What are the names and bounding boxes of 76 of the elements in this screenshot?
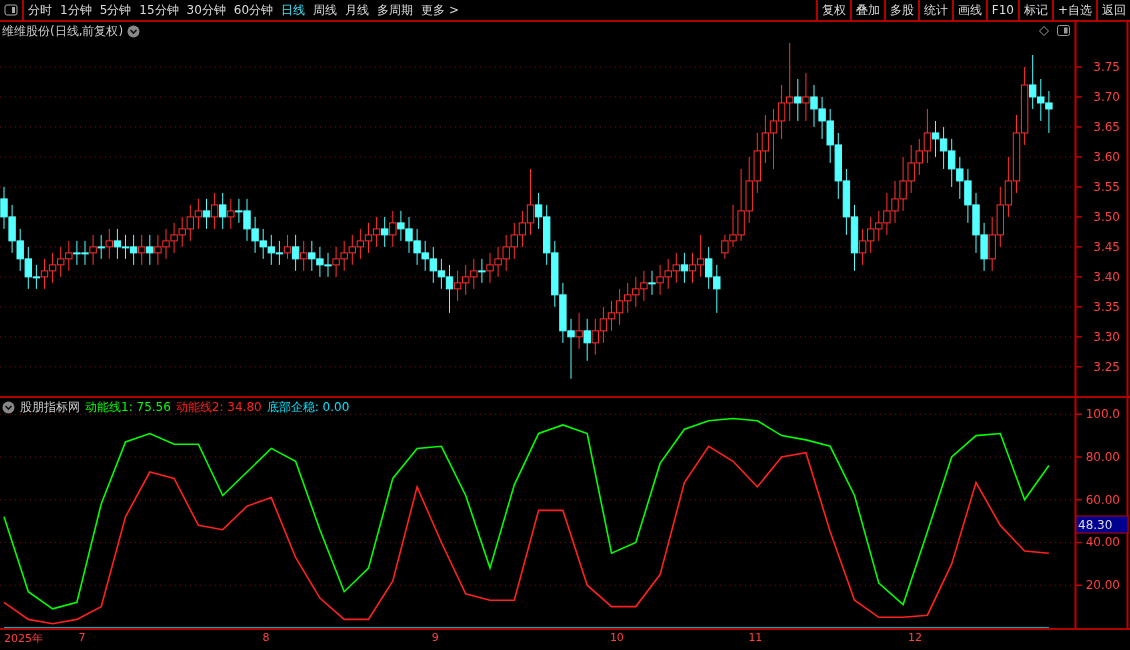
price-axis-label: 3.55 bbox=[1093, 179, 1120, 194]
price-axis-label: 3.50 bbox=[1093, 209, 1120, 224]
legend-value: 动能线1: 75.56 bbox=[85, 399, 171, 416]
candle bbox=[202, 198, 211, 230]
panel-toggle-icon[interactable] bbox=[1057, 25, 1070, 36]
price-axis-label: 3.60 bbox=[1093, 149, 1120, 164]
candle bbox=[40, 258, 49, 290]
date-axis-label: 12 bbox=[907, 631, 922, 644]
price-axis-label: 3.40 bbox=[1093, 269, 1120, 284]
period-tab[interactable]: 5分钟 bbox=[95, 0, 136, 20]
price-axis-label: 3.65 bbox=[1093, 119, 1120, 134]
toolbar-button[interactable]: 返回 bbox=[1096, 0, 1130, 20]
period-tab[interactable]: 分时 bbox=[24, 0, 56, 20]
date-axis-label: 9 bbox=[431, 631, 439, 644]
period-tab[interactable]: 多周期 bbox=[373, 0, 418, 20]
candle bbox=[210, 192, 219, 230]
candle bbox=[194, 198, 203, 230]
candle bbox=[777, 84, 786, 140]
cursor-value-label: 48.30 bbox=[1078, 518, 1113, 532]
price-axis-label: 3.45 bbox=[1093, 239, 1120, 254]
date-axis-label: 8 bbox=[262, 631, 270, 644]
period-tab[interactable]: 30分钟 bbox=[182, 0, 230, 20]
candle bbox=[372, 216, 381, 248]
price-axis-label: 3.30 bbox=[1093, 329, 1120, 344]
candle bbox=[688, 252, 697, 284]
candle bbox=[356, 228, 365, 260]
price-axis-label: 3.35 bbox=[1093, 299, 1120, 314]
date-axis-label: 2025年 bbox=[4, 631, 43, 646]
candle bbox=[761, 114, 770, 164]
chevron-down-icon[interactable] bbox=[127, 25, 141, 38]
candle bbox=[1004, 156, 1013, 218]
price-axis-label: 3.75 bbox=[1093, 60, 1120, 74]
y-axis-label: 40.00 bbox=[1085, 535, 1120, 550]
period-tab[interactable]: 日线 bbox=[277, 0, 310, 20]
candle bbox=[615, 288, 624, 326]
period-tab[interactable]: 更多 > bbox=[417, 0, 463, 20]
candle bbox=[275, 240, 284, 266]
period-tab[interactable]: 60分钟 bbox=[229, 0, 278, 20]
candle bbox=[121, 234, 130, 260]
toolbar-button[interactable]: 多股 bbox=[883, 0, 918, 20]
chart-title: 维维股份(日线,前复权) bbox=[2, 23, 124, 40]
toolbar-button[interactable]: 标记 bbox=[1017, 0, 1052, 20]
candle bbox=[599, 306, 608, 344]
indicator-name: 股朋指标网 bbox=[20, 399, 80, 416]
price-axis-label: 3.25 bbox=[1093, 359, 1120, 374]
candle bbox=[364, 222, 373, 254]
toolbar-button[interactable]: 叠加 bbox=[849, 0, 884, 20]
candle bbox=[48, 252, 57, 284]
period-tab[interactable]: 月线 bbox=[341, 0, 374, 20]
toolbar-button[interactable]: 复权 bbox=[815, 0, 850, 20]
toolbar-button[interactable]: 统计 bbox=[917, 0, 952, 20]
y-axis-label: 20.00 bbox=[1085, 578, 1120, 593]
candle bbox=[696, 234, 705, 278]
y-axis-label: 100.0 bbox=[1085, 407, 1120, 422]
toolbar-button[interactable]: 画线 bbox=[951, 0, 986, 20]
period-tab[interactable]: 1分钟 bbox=[56, 0, 96, 20]
toolbar-button[interactable]: F10 bbox=[985, 0, 1018, 20]
candle bbox=[113, 228, 122, 260]
candle bbox=[680, 252, 689, 284]
legend-value: 动能线2: 34.80 bbox=[175, 399, 262, 416]
period-tab[interactable]: 周线 bbox=[309, 0, 342, 20]
chevron-down-icon[interactable] bbox=[2, 401, 15, 414]
legend-value: 底部企稳: 0.00 bbox=[266, 399, 350, 416]
period-tab[interactable]: 15分钟 bbox=[135, 0, 183, 20]
price-axis-label: 3.70 bbox=[1093, 89, 1120, 104]
y-axis-label: 80.00 bbox=[1085, 450, 1120, 464]
candle bbox=[607, 300, 616, 332]
date-axis-label: 10 bbox=[609, 631, 624, 644]
candle bbox=[939, 126, 948, 170]
date-axis-label: 11 bbox=[748, 631, 763, 644]
candle bbox=[842, 168, 851, 236]
toolbar-button[interactable]: +自选 bbox=[1051, 0, 1096, 20]
y-axis-label: 60.00 bbox=[1085, 492, 1120, 507]
candle bbox=[129, 234, 138, 266]
candle bbox=[769, 108, 778, 170]
date-axis-label: 7 bbox=[78, 631, 86, 644]
